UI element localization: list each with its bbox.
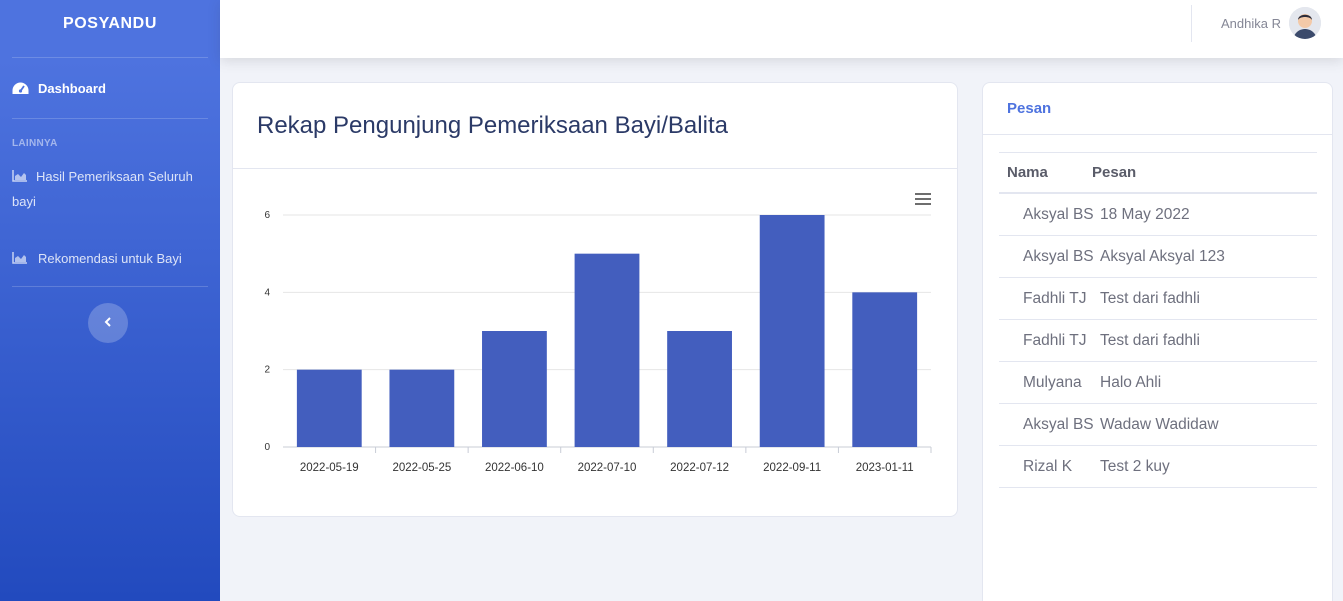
x-tick-label: 2022-05-19 bbox=[300, 462, 359, 474]
column-header-pesan: Pesan bbox=[1092, 164, 1137, 181]
message-sender: Aksyal BS bbox=[1023, 416, 1094, 433]
x-tick-label: 2022-07-12 bbox=[670, 462, 729, 474]
sidebar-toggle-button[interactable] bbox=[88, 303, 128, 343]
chart-area-icon bbox=[12, 251, 30, 265]
x-tick-label: 2023-01-11 bbox=[856, 462, 914, 474]
tachometer-icon bbox=[12, 81, 30, 95]
table-row: Rizal K Test 2 kuy bbox=[999, 446, 1317, 488]
y-tick-label: 0 bbox=[264, 442, 270, 453]
brand-logo[interactable]: POSYANDU bbox=[0, 0, 220, 48]
chevron-left-icon bbox=[104, 314, 112, 332]
table-row: Aksyal BS 18 May 2022 bbox=[999, 194, 1317, 236]
x-tick-label: 2022-05-25 bbox=[392, 462, 451, 474]
table-row: Aksyal BS Aksyal Aksyal 123 bbox=[999, 236, 1317, 278]
chart-area-icon bbox=[12, 166, 30, 190]
sidebar-item-label: Rekomendasi untuk Bayi bbox=[38, 250, 182, 266]
message-text: Wadaw Wadidaw bbox=[1100, 416, 1219, 433]
message-text: Test dari fadhli bbox=[1100, 290, 1200, 307]
topbar: Andhika R bbox=[220, 0, 1343, 58]
table-row: Fadhli TJ Test dari fadhli bbox=[999, 278, 1317, 320]
avatar bbox=[1289, 7, 1321, 39]
message-sender: Fadhli TJ bbox=[1023, 290, 1087, 307]
bar bbox=[389, 369, 455, 447]
table-header: Nama Pesan bbox=[999, 153, 1317, 194]
message-sender: Aksyal BS bbox=[1023, 206, 1094, 223]
bar-chart: 0 2 4 6 2022-05-19 2022-05-25 2022-06-10 2022-0… bbox=[264, 210, 932, 474]
sidebar-item-hasil-pemeriksaan[interactable]: Hasil Pemeriksaan Seluruh bayi bbox=[0, 165, 210, 214]
message-sender: Rizal K bbox=[1023, 458, 1073, 475]
bar bbox=[296, 369, 362, 447]
user-dropdown[interactable]: Andhika R bbox=[1221, 7, 1321, 39]
chart-card-header: Rekap Pengunjung Pemeriksaan Bayi/Balita bbox=[233, 83, 957, 169]
message-text: Halo Ahli bbox=[1100, 374, 1162, 391]
message-sender: Fadhli TJ bbox=[1023, 332, 1087, 349]
message-text: Test dari fadhli bbox=[1100, 332, 1200, 349]
topbar-divider bbox=[1191, 5, 1192, 42]
chart-title: Rekap Pengunjung Pemeriksaan Bayi/Balita bbox=[257, 111, 728, 139]
messages-title: Pesan bbox=[1007, 100, 1052, 117]
user-name: Andhika R bbox=[1221, 15, 1281, 31]
sidebar-item-rekomendasi[interactable]: Rekomendasi untuk Bayi bbox=[0, 246, 220, 270]
y-tick-label: 4 bbox=[264, 287, 270, 298]
messages-card-header: Pesan bbox=[983, 83, 1332, 135]
x-tick-label: 2022-07-10 bbox=[578, 462, 637, 474]
message-text: Aksyal Aksyal 123 bbox=[1100, 248, 1225, 265]
bar bbox=[759, 215, 825, 447]
sidebar-item-dashboard[interactable]: Dashboard bbox=[0, 58, 220, 118]
y-tick-label: 6 bbox=[264, 210, 270, 221]
sidebar-item-label: Hasil Pemeriksaan Seluruh bayi bbox=[12, 169, 193, 209]
messages-table: Nama Pesan Aksyal BS 18 May 2022 Aksyal BS… bbox=[999, 152, 1317, 488]
table-row: Fadhli TJ Test dari fadhli bbox=[999, 320, 1317, 362]
sidebar: POSYANDU Dashboard LAINNYA Hasil Pemerik… bbox=[0, 0, 220, 601]
x-tick-label: 2022-09-11 bbox=[763, 462, 821, 474]
sidebar-divider bbox=[12, 286, 208, 287]
table-row: Mulyana Halo Ahli bbox=[999, 362, 1317, 404]
table-row: Aksyal BS Wadaw Wadidaw bbox=[999, 404, 1317, 446]
message-text: Test 2 kuy bbox=[1100, 458, 1170, 475]
messages-card: Pesan Nama Pesan Aksyal BS 18 May 2022 Aks… bbox=[982, 82, 1333, 601]
column-header-nama: Nama bbox=[1007, 164, 1048, 181]
bar bbox=[667, 331, 732, 447]
message-text: 18 May 2022 bbox=[1100, 206, 1190, 223]
x-tick-label: 2022-06-10 bbox=[485, 462, 544, 474]
message-sender: Aksyal BS bbox=[1023, 248, 1094, 265]
sidebar-divider bbox=[12, 118, 208, 119]
bar bbox=[852, 292, 918, 447]
y-tick-label: 2 bbox=[264, 365, 270, 376]
sidebar-heading: LAINNYA bbox=[12, 138, 58, 149]
sidebar-item-label: Dashboard bbox=[38, 80, 106, 96]
bar bbox=[482, 331, 547, 447]
message-sender: Mulyana bbox=[1023, 374, 1082, 391]
bar bbox=[574, 253, 640, 447]
